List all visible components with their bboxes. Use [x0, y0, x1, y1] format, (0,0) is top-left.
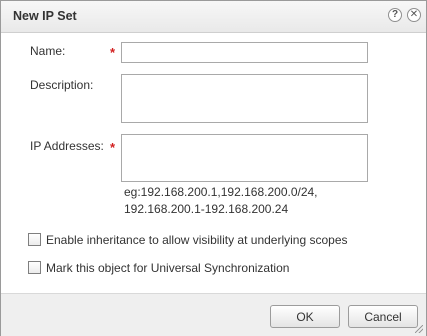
close-button[interactable]: ✕	[407, 8, 421, 22]
dialog-footer: OK Cancel	[1, 293, 426, 336]
name-required-marker: *	[110, 45, 116, 60]
dialog-title: New IP Set	[13, 9, 77, 23]
description-label: Description:	[30, 78, 94, 92]
ok-button[interactable]: OK	[270, 305, 340, 328]
universal-sync-checkbox[interactable]	[28, 261, 41, 274]
name-field[interactable]	[121, 42, 368, 63]
universal-sync-checkbox-label[interactable]: Mark this object for Universal Synchroni…	[46, 261, 289, 275]
cancel-button[interactable]: Cancel	[348, 305, 418, 328]
inheritance-checkbox-label[interactable]: Enable inheritance to allow visibility a…	[46, 233, 348, 247]
close-icon: ✕	[409, 9, 419, 20]
ip-addresses-field[interactable]	[121, 134, 368, 182]
ip-required-marker: *	[110, 140, 116, 155]
new-ip-set-dialog: New IP Set ? ✕ Name: * Description: IP A…	[0, 0, 427, 336]
ip-hint-line-2: 192.168.200.1-192.168.200.24	[124, 202, 289, 216]
inheritance-checkbox[interactable]	[28, 233, 41, 246]
name-label: Name:	[30, 44, 66, 58]
description-field[interactable]	[121, 74, 368, 123]
dialog-titlebar[interactable]: New IP Set ? ✕	[1, 1, 426, 33]
ip-hint-line-1: eg:192.168.200.1,192.168.200.0/24,	[124, 185, 318, 199]
ip-addresses-label: IP Addresses:	[30, 139, 104, 153]
resize-grip-icon[interactable]	[415, 325, 423, 333]
help-button[interactable]: ?	[388, 8, 402, 22]
question-icon: ?	[391, 9, 399, 20]
